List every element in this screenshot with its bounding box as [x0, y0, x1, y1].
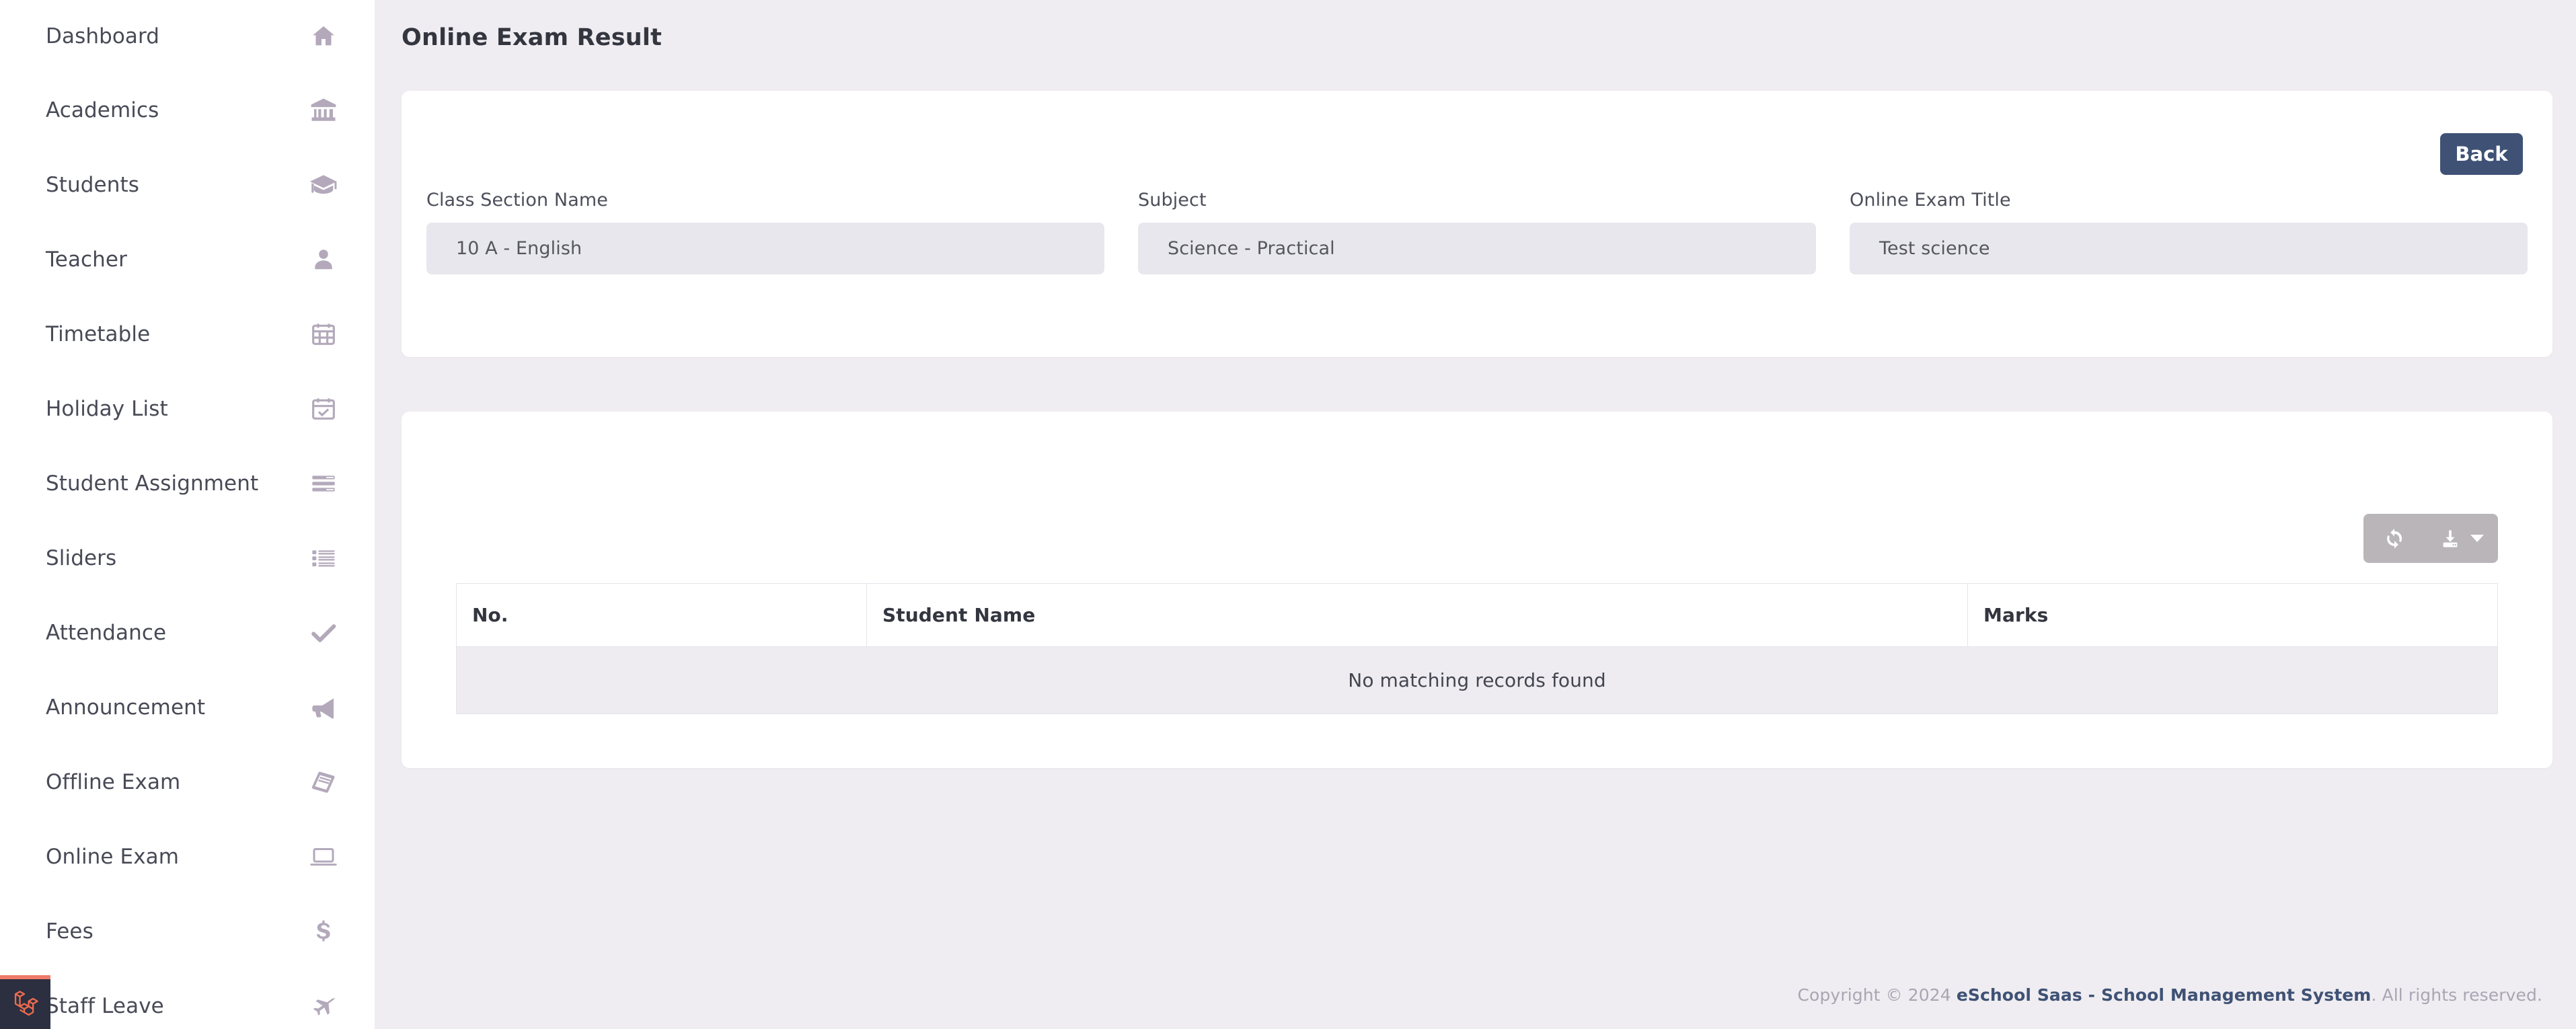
calendar-grid-icon [308, 319, 339, 350]
field-online-exam-title: Online Exam Title Test science [1850, 190, 2528, 274]
sidebar-item-label: Academics [46, 98, 159, 122]
sidebar: Dashboard Academics Students Teacher Tim [0, 0, 375, 1029]
column-header-marks[interactable]: Marks [1967, 583, 2498, 647]
sidebar-item-students[interactable]: Students [0, 147, 375, 222]
sidebar-item-online-exam[interactable]: Online Exam [0, 819, 375, 894]
app-root: Dashboard Academics Students Teacher Tim [0, 0, 2576, 1029]
laptop-icon [308, 841, 339, 872]
graduation-cap-icon [308, 169, 339, 200]
sidebar-item-label: Staff Leave [46, 993, 164, 1018]
sidebar-item-attendance[interactable]: Attendance [0, 595, 375, 670]
column-header-student-name[interactable]: Student Name [866, 583, 1968, 647]
footer-brand-link[interactable]: eSchool Saas - School Management System [1957, 985, 2372, 1005]
sidebar-item-label: Teacher [46, 247, 127, 272]
page-title: Online Exam Result [402, 24, 662, 51]
exam-summary-fields: Class Section Name 10 A - English Subjec… [426, 190, 2528, 274]
sidebar-item-label: Announcement [46, 695, 206, 720]
footer-prefix: Copyright © 2024 [1797, 985, 1957, 1005]
list-lines-icon [308, 468, 339, 499]
sidebar-item-timetable[interactable]: Timetable [0, 297, 375, 371]
empty-state-message: No matching records found [456, 646, 2498, 714]
bank-icon [308, 95, 339, 126]
results-table-card: No. Student Name Marks No matching recor… [402, 412, 2552, 768]
footer-copyright: Copyright © 2024 eSchool Saas - School M… [1798, 985, 2543, 1005]
plane-icon [308, 991, 339, 1022]
sidebar-item-label: Online Exam [46, 844, 180, 869]
sidebar-item-holiday-list[interactable]: Holiday List [0, 371, 375, 446]
sidebar-item-label: Student Assignment [46, 471, 259, 496]
sidebar-item-label: Students [46, 172, 139, 197]
user-icon [308, 244, 339, 275]
field-class-section-name: Class Section Name 10 A - English [426, 190, 1104, 274]
sidebar-item-label: Dashboard [46, 24, 160, 48]
subject-value: Science - Practical [1138, 223, 1816, 274]
field-label: Online Exam Title [1850, 190, 2011, 211]
field-label: Subject [1138, 190, 1207, 211]
sidebar-item-label: Fees [46, 919, 93, 944]
class-section-name-value: 10 A - English [426, 223, 1104, 274]
download-icon [2439, 528, 2461, 549]
table-header-row: No. Student Name Marks [456, 583, 2498, 647]
field-subject: Subject Science - Practical [1138, 190, 1816, 274]
sidebar-item-teacher[interactable]: Teacher [0, 222, 375, 297]
sidebar-item-announcement[interactable]: Announcement [0, 670, 375, 745]
exam-summary-card: Back Class Section Name 10 A - English S… [402, 91, 2552, 357]
sidebar-item-student-assignment[interactable]: Student Assignment [0, 446, 375, 521]
export-button[interactable] [2425, 514, 2498, 563]
calendar-check-icon [308, 393, 339, 424]
check-icon [308, 617, 339, 648]
field-label: Class Section Name [426, 190, 608, 211]
refresh-button[interactable] [2363, 514, 2425, 563]
sidebar-item-offline-exam[interactable]: Offline Exam [0, 745, 375, 819]
sidebar-item-academics[interactable]: Academics [0, 73, 375, 147]
book-icon [308, 767, 339, 798]
sidebar-item-label: Sliders [46, 545, 117, 570]
megaphone-icon [308, 692, 339, 723]
dollar-icon [308, 916, 339, 947]
sidebar-item-staff-leave[interactable]: Staff Leave [0, 968, 375, 1029]
column-header-no[interactable]: No. [456, 583, 867, 647]
sidebar-item-fees[interactable]: Fees [0, 894, 375, 968]
table-empty-row: No matching records found [456, 646, 2498, 714]
table-toolbar [2363, 514, 2498, 563]
sidebar-item-label: Holiday List [46, 396, 168, 421]
sidebar-item-label: Timetable [46, 321, 151, 346]
sidebar-item-label: Attendance [46, 620, 167, 645]
table-body: No matching records found [456, 646, 2498, 714]
sidebar-item-label: Offline Exam [46, 769, 181, 794]
online-exam-title-value: Test science [1850, 223, 2528, 274]
caret-down-icon [2470, 535, 2484, 542]
results-table: No. Student Name Marks No matching recor… [456, 583, 2498, 714]
laravel-debugbar-button[interactable] [0, 975, 50, 1029]
back-button[interactable]: Back [2440, 133, 2523, 175]
footer-suffix: . All rights reserved. [2371, 985, 2542, 1005]
list-bullet-icon [308, 543, 339, 574]
main-content: Online Exam Result Back Class Section Na… [375, 0, 2576, 1029]
refresh-icon [2383, 527, 2406, 550]
laravel-logo-icon [10, 987, 41, 1021]
sidebar-item-sliders[interactable]: Sliders [0, 521, 375, 595]
home-icon [308, 21, 339, 52]
sidebar-item-dashboard[interactable]: Dashboard [0, 0, 375, 73]
table-head: No. Student Name Marks [456, 583, 2498, 647]
